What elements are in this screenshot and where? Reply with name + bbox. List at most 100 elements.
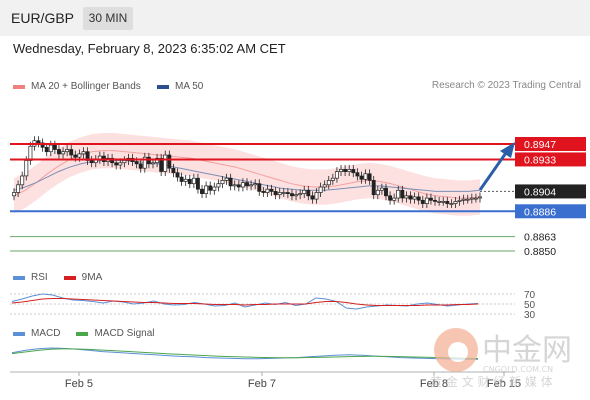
- projection-arrow-shaft: [478, 149, 510, 191]
- candle-body: [269, 188, 274, 192]
- candle-body: [44, 146, 49, 153]
- candle: [187, 174, 192, 189]
- candle-body: [81, 151, 86, 155]
- candle-body: [400, 189, 405, 199]
- candle-body: [77, 153, 82, 158]
- candle-body: [273, 191, 278, 196]
- candle-body: [179, 176, 184, 182]
- candle-body: [453, 201, 458, 204]
- rsi-ma9-line: [11, 298, 479, 306]
- candle-body: [163, 154, 168, 172]
- candle: [204, 181, 209, 199]
- candle-body: [257, 183, 262, 192]
- candle-body: [298, 193, 303, 196]
- candle-body: [65, 149, 70, 153]
- candle-body: [461, 198, 466, 201]
- price-chart: 0.89470.89330.89040.88860.88630.88507050…: [10, 133, 586, 390]
- candle-body: [236, 184, 241, 188]
- candle: [183, 174, 188, 186]
- level-label-last: 0.8904: [524, 186, 556, 198]
- candle-body: [441, 201, 446, 203]
- candle-body: [355, 172, 360, 177]
- candle-body: [375, 189, 380, 196]
- candle-body: [371, 180, 376, 196]
- candle-body: [212, 186, 217, 191]
- x-tick-label: Feb 5: [65, 378, 93, 390]
- candle-body: [392, 197, 397, 201]
- candle-body: [416, 196, 421, 201]
- candle-body: [351, 169, 356, 174]
- candle-body: [404, 195, 409, 199]
- candle-body: [384, 187, 388, 197]
- candle-body: [253, 183, 258, 186]
- bollinger-band: [14, 133, 480, 216]
- candle-body: [265, 188, 270, 193]
- candle-body: [347, 169, 352, 172]
- candle-body: [457, 199, 462, 202]
- candle-body: [138, 163, 143, 169]
- candle-body: [122, 160, 127, 164]
- candle-body: [232, 184, 237, 187]
- candle-body: [57, 149, 61, 155]
- candle: [36, 136, 41, 148]
- level-label-pivot: 0.8886: [524, 206, 556, 218]
- candle-body: [183, 178, 188, 182]
- candle-body: [478, 196, 482, 199]
- level-label-target: 0.8863: [524, 232, 556, 244]
- candle-body: [424, 197, 429, 204]
- candle-body: [48, 144, 53, 153]
- candle-body: [24, 160, 29, 177]
- candle-body: [428, 197, 433, 201]
- watermark-tagline: 黄 金 文 财 经 新 媒 体: [430, 374, 553, 389]
- candle-body: [449, 203, 454, 205]
- candle-body: [146, 156, 151, 165]
- candle-body: [73, 154, 78, 158]
- candle-body: [187, 178, 192, 185]
- candle-body: [396, 189, 401, 199]
- rsi-level-label: 30: [524, 310, 536, 321]
- candle-body: [228, 177, 233, 187]
- candle-body: [322, 184, 327, 188]
- rsi-line: [11, 293, 479, 310]
- candle-body: [114, 162, 119, 166]
- candle-body: [36, 140, 41, 144]
- candle-body: [469, 197, 474, 200]
- candle-body: [334, 171, 339, 179]
- candle: [200, 184, 204, 199]
- level-label-target: 0.8850: [524, 246, 556, 258]
- candle-body: [310, 195, 315, 200]
- candle-body: [290, 193, 294, 197]
- candle-body: [175, 172, 180, 178]
- candle: [212, 182, 217, 195]
- candle-body: [281, 192, 286, 194]
- candle-body: [16, 184, 21, 193]
- candle: [208, 181, 213, 195]
- candle-body: [216, 183, 221, 188]
- candle-body: [277, 192, 282, 196]
- candle-body: [343, 169, 348, 172]
- candle-body: [151, 162, 155, 165]
- candle-body: [167, 154, 172, 169]
- candle-body: [388, 195, 393, 201]
- candle-body: [200, 188, 204, 194]
- candle-body: [437, 201, 442, 203]
- candle-body: [318, 186, 323, 193]
- watermark-brand: 中金网: [482, 333, 572, 368]
- candle-body: [473, 197, 478, 200]
- candle-body: [134, 161, 139, 165]
- candle-body: [408, 195, 413, 200]
- candle-body: [249, 184, 254, 187]
- candle-body: [52, 144, 57, 150]
- candle-body: [306, 189, 311, 197]
- x-tick-label: Feb 7: [248, 378, 276, 390]
- candle-body: [204, 185, 209, 194]
- level-label-resistance: 0.8933: [524, 154, 556, 166]
- candle-body: [171, 167, 176, 174]
- candle-body: [12, 192, 16, 197]
- candle-body: [294, 194, 299, 197]
- candle-body: [302, 189, 307, 194]
- candle-body: [420, 199, 425, 204]
- candle-body: [20, 175, 25, 186]
- candle-body: [69, 149, 74, 156]
- candle-body: [314, 192, 319, 200]
